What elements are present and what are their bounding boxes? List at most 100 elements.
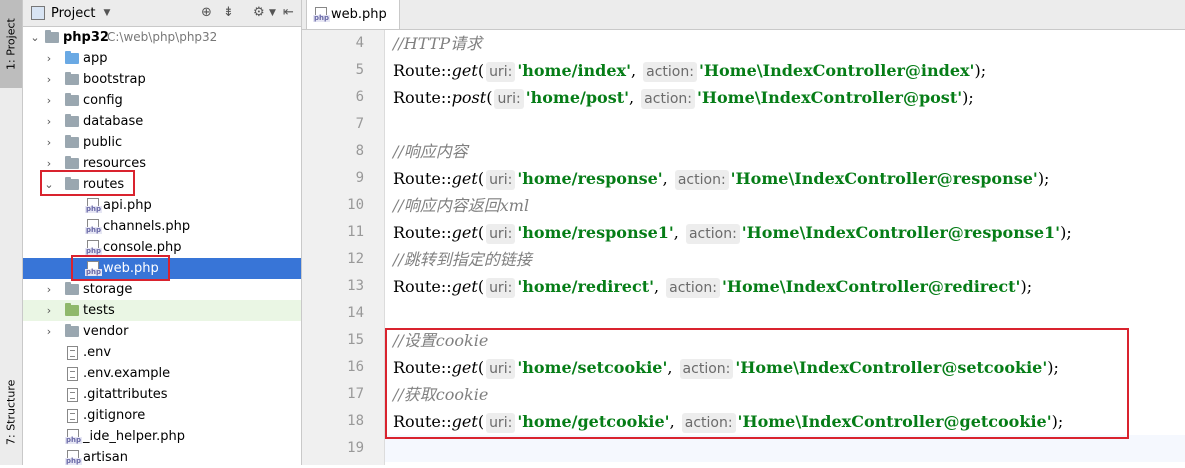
text-file-icon: [67, 367, 78, 381]
tree-item-label: .env: [83, 345, 112, 360]
code-line-13: Route::get(uri:'home/redirect', action: '…: [393, 273, 1032, 300]
tree-item-label: api.php: [103, 198, 152, 213]
tree-item-env-example[interactable]: .env.example: [23, 363, 301, 384]
collapse-all-icon[interactable]: ⇟: [223, 5, 234, 20]
tree-item-app[interactable]: › app: [23, 48, 301, 69]
chevron-right-icon[interactable]: ›: [43, 69, 55, 90]
tree-item-tests[interactable]: › tests: [23, 300, 301, 321]
code-method: get: [451, 223, 478, 242]
param-hint-uri: uri:: [486, 170, 516, 190]
project-toolwindow-tab[interactable]: 1: Project: [0, 0, 22, 88]
folder-icon: [65, 51, 79, 64]
highlight-cookie-block: [385, 328, 1129, 439]
code-line-5: Route::get(uri:'home/index', action: 'Hom…: [393, 57, 986, 84]
code-string: 'home/index': [517, 61, 631, 80]
tree-item-database[interactable]: › database: [23, 111, 301, 132]
line-number: 17: [347, 386, 364, 402]
chevron-right-icon[interactable]: ›: [43, 48, 55, 69]
code-terminator: );: [1060, 223, 1072, 242]
code-string: 'home/redirect': [517, 277, 654, 296]
code-separator: ,: [673, 223, 684, 242]
chevron-right-icon[interactable]: ›: [43, 111, 55, 132]
hide-panel-icon[interactable]: ⇤: [283, 5, 294, 20]
folder-icon: [65, 324, 79, 337]
line-number: 13: [347, 278, 364, 294]
highlight-webphp-box: [71, 255, 170, 281]
param-hint-action: action:: [685, 224, 740, 244]
project-view-icon: [31, 6, 45, 20]
php-file-icon: php: [65, 429, 83, 444]
code-string: 'home/response1': [517, 223, 674, 242]
line-number: 8: [355, 143, 364, 159]
editor-tab-label: web.php: [331, 7, 387, 22]
line-number: 12: [347, 251, 364, 267]
code-method: post: [451, 88, 487, 107]
tree-item-label: database: [83, 114, 144, 129]
line-number: 7: [355, 116, 364, 132]
folder-icon: [65, 135, 79, 148]
code-string: 'Home\IndexController@redirect': [721, 277, 1021, 296]
text-file-icon: [67, 388, 78, 402]
chevron-right-icon[interactable]: ›: [43, 90, 55, 111]
code-string: 'Home\IndexController@post': [696, 88, 963, 107]
chevron-right-icon[interactable]: ›: [43, 321, 55, 342]
tree-item-ide-helper[interactable]: php _ide_helper.php: [23, 426, 301, 447]
line-number: 18: [347, 413, 364, 429]
php-file-icon: php: [85, 219, 103, 234]
tree-item-api-php[interactable]: php api.php: [23, 195, 301, 216]
editor-tab-bar: php web.php: [302, 0, 1185, 30]
structure-toolwindow-tab[interactable]: 7: Structure: [0, 362, 22, 462]
code-terminator: );: [962, 88, 974, 107]
tree-item-storage[interactable]: › storage: [23, 279, 301, 300]
folder-icon: [65, 72, 79, 85]
tree-item-config[interactable]: › config: [23, 90, 301, 111]
test-folder-icon: [65, 303, 79, 316]
current-line-highlight: [385, 435, 1185, 462]
code-class: Route::: [393, 169, 452, 188]
code-method: get: [451, 169, 478, 188]
line-number: 6: [355, 89, 364, 105]
tree-item-gitattributes[interactable]: .gitattributes: [23, 384, 301, 405]
tree-item-label: channels.php: [103, 219, 191, 234]
param-hint-action: action:: [674, 170, 729, 190]
line-number: 14: [347, 305, 364, 321]
tree-item-env[interactable]: .env: [23, 342, 301, 363]
param-hint-uri: uri:: [486, 62, 516, 82]
tree-item-label: bootstrap: [83, 72, 146, 87]
tree-root-php32[interactable]: ⌄ php32 C:\web\php\php32: [23, 27, 301, 48]
tree-item-label: public: [83, 135, 123, 150]
root-folder-path: C:\web\php\php32: [107, 30, 218, 44]
project-panel-header: Project ▼ ⊕ ⇟ ⚙ ▼ ⇤: [23, 0, 301, 27]
chevron-down-icon[interactable]: ⌄: [29, 27, 41, 48]
folder-icon: [65, 114, 79, 127]
tree-item-vendor[interactable]: › vendor: [23, 321, 301, 342]
text-file-icon: [67, 409, 78, 423]
chevron-down-icon[interactable]: ▼: [103, 8, 110, 18]
param-hint-action: action:: [641, 89, 695, 109]
chevron-right-icon[interactable]: ›: [43, 300, 55, 321]
locate-file-icon[interactable]: ⊕: [201, 5, 212, 20]
tree-item-label: config: [83, 93, 123, 108]
tree-item-channels-php[interactable]: php channels.php: [23, 216, 301, 237]
gear-icon[interactable]: ⚙: [253, 5, 265, 20]
tree-item-label: vendor: [83, 324, 129, 339]
code-comment: //响应内容: [393, 142, 468, 161]
gear-dropdown-icon[interactable]: ▼: [269, 8, 276, 18]
project-view-selector[interactable]: Project: [51, 6, 95, 21]
chevron-right-icon[interactable]: ›: [43, 279, 55, 300]
code-string: 'Home\IndexController@response': [730, 169, 1038, 188]
chevron-right-icon[interactable]: ›: [43, 132, 55, 153]
code-separator: ,: [630, 61, 642, 80]
editor-tab-web-php[interactable]: php web.php: [306, 0, 400, 29]
tree-item-public[interactable]: › public: [23, 132, 301, 153]
text-file-icon: [67, 346, 78, 360]
code-paren: (: [477, 223, 485, 242]
tree-item-gitignore[interactable]: .gitignore: [23, 405, 301, 426]
code-line-4: //HTTP请求: [393, 30, 482, 57]
code-class: Route::: [393, 61, 452, 80]
code-paren: (: [486, 88, 493, 107]
code-separator: ,: [653, 277, 665, 296]
left-tool-strip: 1: Project 7: Structure: [0, 0, 23, 465]
code-text-area[interactable]: //HTTP请求 Route::get(uri:'home/index', ac…: [385, 30, 1185, 465]
tree-item-bootstrap[interactable]: › bootstrap: [23, 69, 301, 90]
